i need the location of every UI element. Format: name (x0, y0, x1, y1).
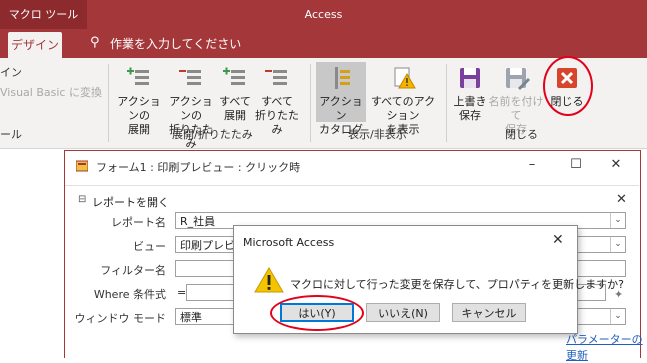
save-as-icon (506, 68, 530, 90)
chevron-down-icon[interactable]: ⌄ (610, 309, 625, 324)
divider (65, 185, 639, 186)
save-icon (460, 68, 480, 88)
row-label-where: Where 条件式 (93, 288, 166, 301)
section-label: レポートを開く (92, 196, 169, 209)
collapse-icon (179, 70, 201, 85)
convert-vba-button[interactable]: Visual Basic に変換 (0, 84, 102, 100)
row-label-report-name: レポート名 (111, 216, 166, 229)
tab-design[interactable]: デザイン (8, 32, 62, 58)
collapse-all-label: すべて 折りたたみ (255, 95, 299, 136)
report-name-value: R_社員 (180, 215, 216, 228)
ribbon-left-label: イン (0, 66, 22, 79)
expand-all-button[interactable]: すべて 展開 (218, 64, 252, 123)
expand-actions-button[interactable]: アクションの 展開 (114, 64, 164, 137)
no-button[interactable]: いいえ(N) (366, 303, 440, 322)
expand-all-label: すべて 展開 (219, 95, 251, 122)
expand-icon (127, 67, 149, 85)
cancel-button[interactable]: キャンセル (452, 303, 526, 322)
collapse-all-button[interactable]: すべて 折りたたみ (253, 64, 301, 137)
window-close-icon[interactable]: ✕ (606, 157, 626, 172)
expand-actions-label: アクションの 展開 (117, 95, 161, 136)
update-parameters-link[interactable]: パラメーターの更新 (566, 331, 647, 363)
ribbon-separator (108, 64, 109, 142)
ribbon-separator (310, 64, 311, 142)
collapse-box-icon[interactable]: ⊟ (78, 194, 86, 205)
highlight-circle-yes (270, 295, 364, 331)
ribbon-left-group-label: ール (0, 128, 22, 141)
row-label-view: ビュー (133, 240, 166, 253)
tell-me-search[interactable]: 作業を入力してください (110, 36, 241, 52)
show-all-actions-icon (394, 67, 416, 89)
highlight-circle-close (543, 56, 593, 116)
action-catalog-icon (335, 67, 350, 89)
dialog-close-icon[interactable]: ✕ (552, 232, 564, 248)
minimize-icon[interactable]: – (522, 157, 542, 172)
form-title: フォーム1 : 印刷プレビュー : クリック時 (96, 161, 301, 174)
group-label-show-hide: 表示/非表示 (348, 128, 407, 141)
row-label-window-mode: ウィンドウ モード (74, 312, 167, 325)
delete-action-icon[interactable]: ✕ (616, 192, 627, 207)
form-icon (75, 160, 89, 172)
app-title: Access (304, 8, 343, 21)
maximize-icon[interactable]: ☐ (566, 157, 586, 172)
save-button[interactable]: 上書き 保存 (452, 64, 488, 123)
group-label-close: 閉じる (505, 128, 538, 141)
row-label-filter-name: フィルター名 (100, 264, 166, 277)
chevron-down-icon[interactable]: ⌄ (610, 213, 625, 228)
warning-icon (254, 266, 284, 294)
where-equals: = (177, 286, 187, 299)
dialog-title: Microsoft Access (243, 236, 335, 249)
ribbon-separator (446, 64, 447, 142)
lightbulb-icon: ⚲ (90, 35, 100, 50)
chevron-down-icon[interactable]: ⌄ (610, 237, 625, 252)
dialog-message: マクロに対して行った変更を保存して、プロパティを更新しますか? (290, 278, 624, 291)
window-mode-value: 標準 (180, 311, 202, 324)
contextual-tab-macro-tools: マクロ ツール (0, 0, 87, 29)
collapse-all-icon (265, 70, 287, 85)
group-label-expand-collapse: 展開/折りたたみ (172, 128, 253, 141)
expand-all-icon (223, 67, 245, 85)
save-label: 上書き 保存 (453, 95, 487, 122)
